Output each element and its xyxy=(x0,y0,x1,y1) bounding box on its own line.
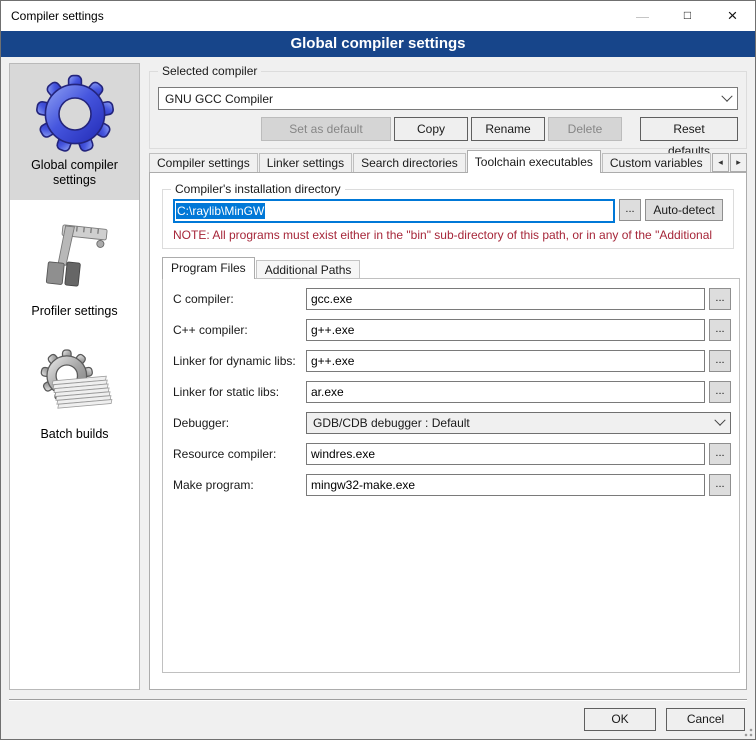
settings-sidebar: Global compiler settings xyxy=(9,63,140,690)
chevron-down-icon xyxy=(721,90,732,101)
titlebar: Compiler settings — □ × xyxy=(1,1,755,31)
sidebar-item-profiler-settings[interactable]: Profiler settings xyxy=(10,210,139,323)
sidebar-item-label: Profiler settings xyxy=(10,302,139,323)
compiler-settings-dialog: Compiler settings — □ × Global compiler … xyxy=(0,0,756,740)
rename-button[interactable]: Rename xyxy=(471,117,545,141)
dialog-content: Global compiler settings xyxy=(1,57,755,739)
close-button[interactable]: × xyxy=(710,1,755,31)
browse-linker-dynamic-button[interactable]: ... xyxy=(709,350,731,372)
browse-resource-compiler-button[interactable]: ... xyxy=(709,443,731,465)
field-row-c-compiler: C compiler: ... xyxy=(173,288,731,310)
browse-make-program-button[interactable]: ... xyxy=(709,474,731,496)
selected-text: C:\raylib\MinGW xyxy=(176,203,265,219)
make-program-input[interactable] xyxy=(306,474,705,496)
tab-additional-paths[interactable]: Additional Paths xyxy=(256,260,361,279)
tab-custom-variables[interactable]: Custom variables xyxy=(602,153,711,173)
tab-toolchain-executables[interactable]: Toolchain executables xyxy=(467,150,601,173)
field-label: C++ compiler: xyxy=(173,323,306,337)
tab-scroll-arrows: ◂ ▸ xyxy=(711,153,747,172)
tab-search-directories[interactable]: Search directories xyxy=(353,153,466,173)
inner-tab-row: Program Files Additional Paths xyxy=(162,257,740,279)
maximize-icon: □ xyxy=(684,8,691,22)
ellipsis-icon: ... xyxy=(715,478,724,490)
tab-program-files[interactable]: Program Files xyxy=(162,257,255,279)
minimize-button: — xyxy=(620,1,665,31)
tab-compiler-settings[interactable]: Compiler settings xyxy=(149,153,258,173)
ellipsis-icon: ... xyxy=(715,385,724,397)
program-files-notebook: Program Files Additional Paths C compile… xyxy=(162,257,740,673)
ellipsis-icon: ... xyxy=(715,292,724,304)
browse-linker-static-button[interactable]: ... xyxy=(709,381,731,403)
tab-row: Compiler settings Linker settings Search… xyxy=(149,150,747,173)
compiler-select-value: GNU GCC Compiler xyxy=(165,92,723,106)
ellipsis-icon: ... xyxy=(625,203,634,215)
compiler-select[interactable]: GNU GCC Compiler xyxy=(158,87,738,110)
field-row-debugger: Debugger: GDB/CDB debugger : Default xyxy=(173,412,731,434)
caliper-icon xyxy=(10,218,139,302)
auto-detect-button[interactable]: Auto-detect xyxy=(645,199,723,221)
copy-button[interactable]: Copy xyxy=(394,117,468,141)
field-label: Resource compiler: xyxy=(173,447,306,461)
installation-directory-group: Compiler's installation directory C:\ray… xyxy=(162,189,734,249)
window-title: Compiler settings xyxy=(1,9,620,23)
installation-directory-input[interactable]: C:\raylib\MinGW xyxy=(173,199,615,223)
bin-subdirectory-note: NOTE: All programs must exist either in … xyxy=(173,228,723,242)
left-arrow-icon: ◂ xyxy=(718,157,723,168)
blue-gear-icon xyxy=(10,72,139,156)
selected-compiler-legend: Selected compiler xyxy=(158,64,261,78)
ellipsis-icon: ... xyxy=(715,447,724,459)
tab-linker-settings[interactable]: Linker settings xyxy=(259,153,352,173)
compiler-buttons-row: Set as default Copy Rename Delete Reset … xyxy=(158,117,738,141)
maximize-button[interactable]: □ xyxy=(665,1,710,31)
field-label: Make program: xyxy=(173,478,306,492)
browse-cpp-compiler-button[interactable]: ... xyxy=(709,319,731,341)
page-title: Global compiler settings xyxy=(1,31,755,57)
ok-button[interactable]: OK xyxy=(584,708,656,731)
browse-c-compiler-button[interactable]: ... xyxy=(709,288,731,310)
right-arrow-icon: ▸ xyxy=(736,157,741,168)
field-row-make-program: Make program: ... xyxy=(173,474,731,496)
tab-scroll-right-button[interactable]: ▸ xyxy=(730,153,747,172)
minimize-icon: — xyxy=(636,9,649,24)
close-icon: × xyxy=(728,6,738,26)
main-area: Selected compiler GNU GCC Compiler Set a… xyxy=(149,57,747,690)
field-row-resource-compiler: Resource compiler: ... xyxy=(173,443,731,465)
sidebar-item-label: Batch builds xyxy=(10,425,139,446)
resize-grip[interactable] xyxy=(741,725,753,737)
batch-builds-icon xyxy=(10,341,139,425)
sidebar-item-label: Global compiler settings xyxy=(10,156,139,192)
field-label: Linker for static libs: xyxy=(173,385,306,399)
set-as-default-button: Set as default xyxy=(261,117,391,141)
sidebar-item-global-compiler-settings[interactable]: Global compiler settings xyxy=(10,64,139,200)
settings-notebook: Compiler settings Linker settings Search… xyxy=(149,150,747,690)
sidebar-item-batch-builds[interactable]: Batch builds xyxy=(10,333,139,446)
selected-compiler-group: Selected compiler GNU GCC Compiler Set a… xyxy=(149,71,747,149)
field-label: Debugger: xyxy=(173,416,306,430)
field-row-cpp-compiler: C++ compiler: ... xyxy=(173,319,731,341)
debugger-select-value: GDB/CDB debugger : Default xyxy=(313,416,716,430)
debugger-select[interactable]: GDB/CDB debugger : Default xyxy=(306,412,731,434)
program-files-panel: C compiler: ... C++ compiler: ... Linker xyxy=(162,278,740,673)
tab-scroll-left-button[interactable]: ◂ xyxy=(712,153,729,172)
field-label: C compiler: xyxy=(173,292,306,306)
toolchain-executables-page: Compiler's installation directory C:\ray… xyxy=(149,172,747,690)
c-compiler-input[interactable] xyxy=(306,288,705,310)
installation-directory-legend: Compiler's installation directory xyxy=(171,182,345,196)
field-label: Linker for dynamic libs: xyxy=(173,354,306,368)
ellipsis-icon: ... xyxy=(715,323,724,335)
ellipsis-icon: ... xyxy=(715,354,724,366)
footer-divider xyxy=(9,699,747,701)
resource-compiler-input[interactable] xyxy=(306,443,705,465)
linker-static-input[interactable] xyxy=(306,381,705,403)
delete-button: Delete xyxy=(548,117,622,141)
field-row-linker-static: Linker for static libs: ... xyxy=(173,381,731,403)
cancel-button[interactable]: Cancel xyxy=(666,708,745,731)
browse-directory-button[interactable]: ... xyxy=(619,199,641,221)
linker-dynamic-input[interactable] xyxy=(306,350,705,372)
field-row-linker-dynamic: Linker for dynamic libs: ... xyxy=(173,350,731,372)
chevron-down-icon xyxy=(714,415,725,426)
cpp-compiler-input[interactable] xyxy=(306,319,705,341)
reset-defaults-button[interactable]: Reset defaults xyxy=(640,117,738,141)
